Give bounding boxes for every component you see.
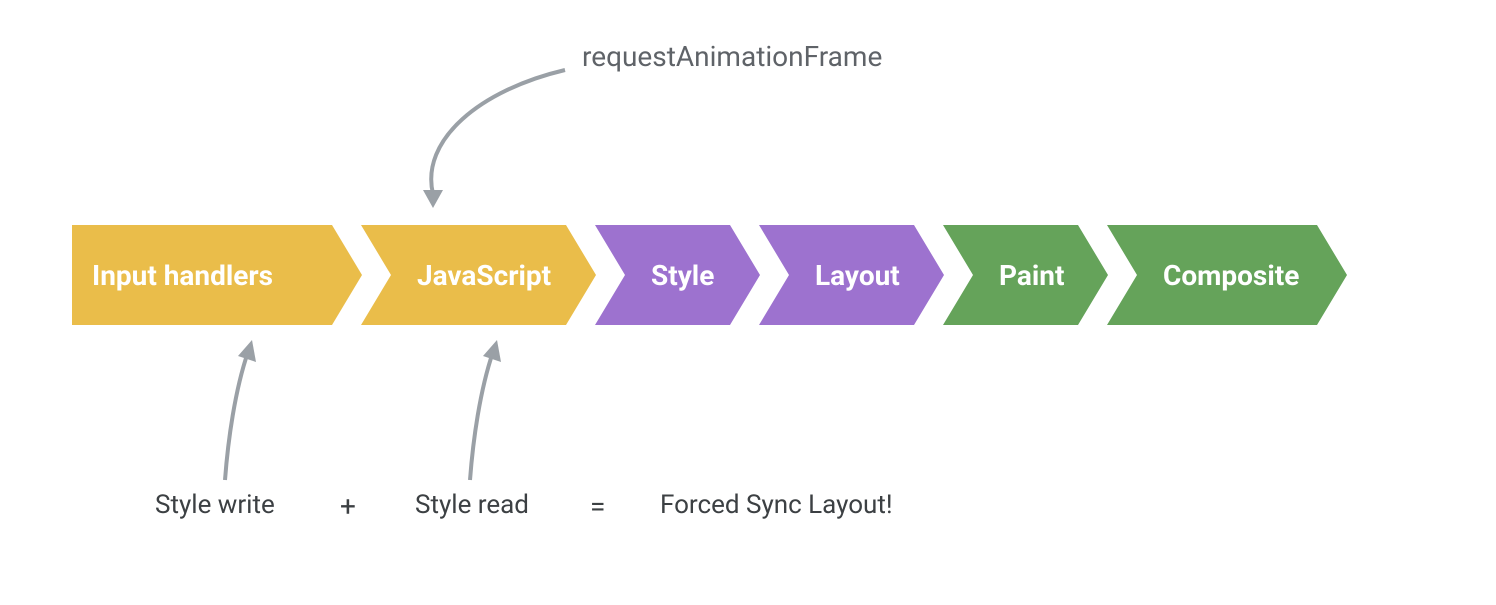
diagram-canvas: { "top_annotation": "requestAnimationFra…	[0, 0, 1496, 605]
eq-style-read: Style read	[415, 490, 529, 520]
bottom-equation: Style write + Style read = Forced Sync L…	[0, 490, 1496, 530]
eq-forced-sync-layout: Forced Sync Layout!	[660, 490, 893, 520]
eq-style-write: Style write	[155, 490, 275, 520]
eq-plus: +	[340, 490, 356, 523]
eq-equals: =	[590, 490, 605, 523]
